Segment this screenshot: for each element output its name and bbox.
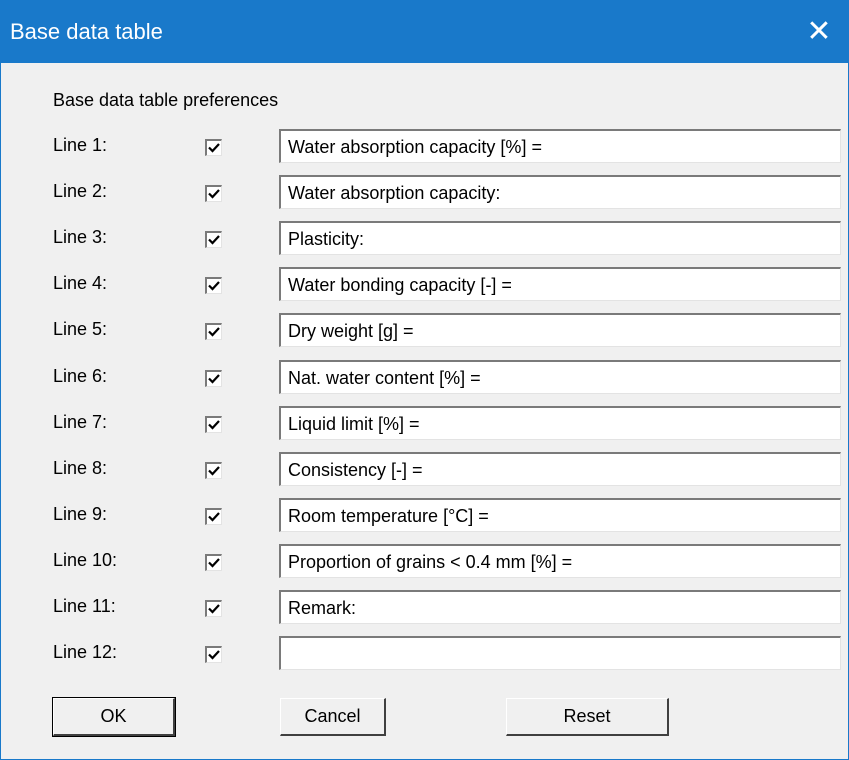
line-checkbox[interactable] [205, 323, 222, 340]
line-text-field[interactable]: Water bonding capacity [-] = [279, 267, 841, 301]
line-text-field[interactable]: Dry weight [g] = [279, 313, 841, 347]
line-row: Line 6: Nat. water content [%] = [1, 360, 848, 394]
line-label: Line 2: [53, 181, 108, 201]
checkmark-icon [208, 604, 220, 614]
line-checkbox[interactable] [205, 600, 222, 617]
checkmark-icon [208, 143, 220, 153]
line-row: Line 8: Consistency [-] = [1, 452, 848, 486]
base-data-table-dialog: Base data table ✕ Base data table prefer… [0, 0, 849, 760]
line-row: Line 1: Water absorption capacity [%] = [1, 129, 848, 163]
checkmark-icon [208, 327, 220, 337]
line-label: Line 8: [53, 458, 108, 478]
line-text-field[interactable]: Liquid limit [%] = [279, 406, 841, 440]
line-checkbox[interactable] [205, 462, 222, 479]
checkmark-icon [208, 235, 220, 245]
ok-button[interactable]: OK [52, 697, 176, 737]
line-label: Line 5: [53, 319, 108, 339]
line-text-field[interactable]: Consistency [-] = [279, 452, 841, 486]
line-checkbox[interactable] [205, 370, 222, 387]
line-label: Line 7: [53, 412, 108, 432]
checkmark-icon [208, 420, 220, 430]
line-label: Line 4: [53, 273, 108, 293]
title-bar[interactable]: Base data table ✕ [1, 1, 848, 63]
line-row: Line 11: Remark: [1, 590, 848, 624]
line-label: Line 11: [53, 596, 116, 616]
line-row: Line 9: Room temperature [°C] = [1, 498, 848, 532]
line-text-field[interactable] [279, 636, 841, 670]
line-label: Line 1: [53, 135, 108, 155]
checkmark-icon [208, 281, 220, 291]
line-checkbox[interactable] [205, 277, 222, 294]
line-label: Line 6: [53, 366, 108, 386]
line-checkbox[interactable] [205, 139, 222, 156]
checkmark-icon [208, 466, 220, 476]
line-checkbox[interactable] [205, 508, 222, 525]
line-text-field[interactable]: Room temperature [°C] = [279, 498, 841, 532]
window-title: Base data table [10, 19, 163, 44]
line-text-field[interactable]: Remark: [279, 590, 841, 624]
line-text-field[interactable]: Plasticity: [279, 221, 841, 255]
line-text-field[interactable]: Proportion of grains < 0.4 mm [%] = [279, 544, 841, 578]
line-checkbox[interactable] [205, 185, 222, 202]
reset-button[interactable]: Reset [506, 698, 669, 736]
line-checkbox[interactable] [205, 554, 222, 571]
line-text-field[interactable]: Nat. water content [%] = [279, 360, 841, 394]
line-row: Line 12: [1, 636, 848, 670]
line-checkbox[interactable] [205, 416, 222, 433]
line-row: Line 10: Proportion of grains < 0.4 mm [%… [1, 544, 848, 578]
line-row: Line 2: Water absorption capacity: [1, 175, 848, 209]
line-label: Line 9: [53, 504, 108, 524]
checkmark-icon [208, 189, 220, 199]
line-label: Line 10: [53, 550, 118, 570]
checkmark-icon [208, 512, 220, 522]
checkmark-icon [208, 558, 220, 568]
line-row: Line 7: Liquid limit [%] = [1, 406, 848, 440]
line-text-field[interactable]: Water absorption capacity: [279, 175, 841, 209]
line-text-field[interactable]: Water absorption capacity [%] = [279, 129, 841, 163]
group-label: Base data table preferences [53, 90, 279, 110]
line-checkbox[interactable] [205, 231, 222, 248]
checkmark-icon [208, 650, 220, 660]
cancel-button[interactable]: Cancel [280, 698, 386, 736]
line-label: Line 12: [53, 642, 118, 662]
close-icon: ✕ [806, 15, 832, 48]
close-button[interactable]: ✕ [790, 1, 848, 63]
line-row: Line 4: Water bonding capacity [-] = [1, 267, 848, 301]
line-row: Line 3: Plasticity: [1, 221, 848, 255]
checkmark-icon [208, 374, 220, 384]
line-label: Line 3: [53, 227, 108, 247]
line-checkbox[interactable] [205, 646, 222, 663]
line-row: Line 5: Dry weight [g] = [1, 313, 848, 347]
